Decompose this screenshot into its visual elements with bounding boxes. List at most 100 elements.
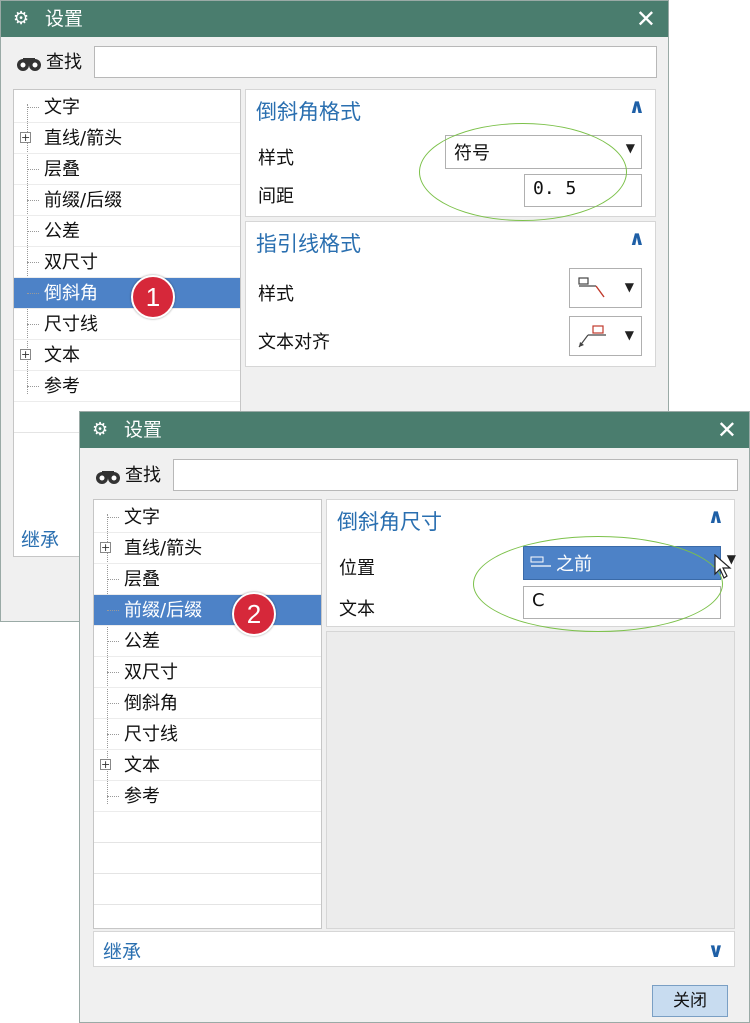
- tree-item-label: 直线/箭头: [124, 538, 203, 559]
- chevron-down-icon[interactable]: ∨: [708, 938, 724, 962]
- tree-item-label: 层叠: [44, 159, 80, 180]
- tree-item-text[interactable]: 文字: [14, 92, 240, 123]
- tree-item-label: 倒斜角: [44, 283, 98, 304]
- tree-item-label: 双尺寸: [124, 662, 178, 683]
- spacing-value: 0. 5: [533, 178, 577, 199]
- chevron-up-icon[interactable]: ∧: [629, 94, 645, 118]
- tree-item-tolerance[interactable]: 公差: [94, 626, 321, 657]
- expand-icon[interactable]: +: [100, 542, 111, 553]
- tree-item-chamfer[interactable]: 倒斜角: [94, 688, 321, 719]
- title-bar[interactable]: ⚙ 设置 ✕: [80, 412, 749, 448]
- text-align-label: 文本对齐: [258, 332, 330, 353]
- tree-item-stacking[interactable]: 层叠: [14, 154, 240, 185]
- chamfer-format-panel: 倒斜角格式 ∧ 样式 符号 ▼ 间距 0. 5: [245, 89, 656, 217]
- tree-item-label: 前缀/后缀: [44, 190, 123, 211]
- text-value: C: [532, 590, 545, 611]
- position-before-icon: [530, 556, 551, 567]
- chamfer-dimension-panel: 倒斜角尺寸 ∧ 位置 之前 ▼ 文本 C: [326, 499, 736, 627]
- tree-item-label: 文本: [124, 755, 160, 776]
- close-button[interactable]: 关闭: [652, 985, 728, 1017]
- tree-item-dimension-line[interactable]: 尺寸线: [14, 309, 240, 340]
- position-dropdown[interactable]: 之前 ▼: [523, 546, 736, 580]
- text-input[interactable]: C: [523, 586, 721, 619]
- close-icon[interactable]: ✕: [636, 5, 656, 33]
- search-label: 查找: [125, 465, 161, 486]
- style-label: 样式: [258, 148, 294, 169]
- tree-item-label: 公差: [44, 221, 80, 242]
- empty-panel-area: [326, 631, 735, 929]
- expand-icon[interactable]: +: [20, 349, 31, 360]
- tree-item-text-node[interactable]: + 文本: [94, 750, 321, 781]
- tree-item-label: 参考: [44, 376, 80, 397]
- leader-style-icon: [578, 277, 605, 298]
- text-label: 文本: [339, 599, 375, 620]
- tree-item-reference[interactable]: 参考: [94, 781, 321, 812]
- dialog-title: 设置: [124, 419, 163, 441]
- chevron-up-icon[interactable]: ∧: [708, 504, 724, 528]
- dropdown-arrow-icon: ▼: [624, 280, 634, 294]
- text-align-dropdown[interactable]: ▼: [569, 316, 642, 356]
- style-dropdown[interactable]: 符号 ▼: [445, 135, 642, 169]
- binoculars-icon: [96, 471, 120, 484]
- style-value: 符号: [454, 143, 490, 164]
- binoculars-icon: [17, 58, 41, 71]
- tree-item-dual-dimension[interactable]: 双尺寸: [94, 657, 321, 688]
- tree-item-label: 文本: [44, 345, 80, 366]
- tree-item-label: 直线/箭头: [44, 128, 123, 149]
- tree-item-chamfer[interactable]: 倒斜角: [14, 278, 240, 309]
- close-icon[interactable]: ✕: [717, 416, 737, 444]
- title-bar[interactable]: ⚙ 设置 ✕: [1, 1, 668, 37]
- tree-item-label: 层叠: [124, 569, 160, 590]
- tree-item-label: 双尺寸: [44, 252, 98, 273]
- expand-icon[interactable]: +: [100, 759, 111, 770]
- callout-badge: 1: [131, 275, 175, 319]
- tree-item-dimension-line[interactable]: 尺寸线: [94, 719, 321, 750]
- mouse-cursor-icon: [714, 554, 732, 579]
- dropdown-arrow-icon: ▼: [624, 328, 634, 342]
- search-label: 查找: [46, 52, 82, 73]
- category-tree: 文字 + 直线/箭头 层叠 前缀/后缀 公差 双尺寸 倒斜角 尺寸线 + 文本 参考: [93, 499, 322, 929]
- empty-row: [94, 812, 321, 843]
- spacing-input[interactable]: 0. 5: [524, 174, 642, 207]
- leader-style-dropdown[interactable]: ▼: [569, 268, 642, 308]
- expand-icon[interactable]: +: [20, 132, 31, 143]
- search-input[interactable]: [94, 46, 657, 78]
- panel-title: 指引线格式: [256, 232, 361, 256]
- inherit-section[interactable]: 继承: [21, 525, 59, 552]
- tree-item-reference[interactable]: 参考: [14, 371, 240, 402]
- search-input[interactable]: [173, 459, 738, 491]
- tree-item-label: 文字: [44, 97, 80, 118]
- tree-item-label: 倒斜角: [124, 693, 178, 714]
- gear-icon: ⚙: [92, 419, 109, 440]
- position-value: 之前: [556, 554, 592, 575]
- gear-icon: ⚙: [13, 8, 30, 29]
- panel-title: 倒斜角格式: [256, 100, 361, 124]
- tree-item-label: 尺寸线: [124, 724, 178, 745]
- search-row: 查找: [80, 458, 749, 494]
- tree-item-line-arrow[interactable]: + 直线/箭头: [94, 533, 321, 564]
- leader-format-panel: 指引线格式 ∧ 样式 ▼ 文本对齐 ▼: [245, 221, 656, 367]
- empty-row: [94, 874, 321, 905]
- empty-row: [94, 843, 321, 874]
- search-row: 查找: [1, 45, 668, 81]
- tree-item-label: 文字: [124, 507, 160, 528]
- tree-item-label: 公差: [124, 631, 160, 652]
- tree-item-line-arrow[interactable]: + 直线/箭头: [14, 123, 240, 154]
- tree-item-label: 尺寸线: [44, 314, 98, 335]
- tree-item-text-node[interactable]: + 文本: [14, 340, 240, 371]
- tree-item-prefix-suffix[interactable]: 前缀/后缀: [94, 595, 321, 626]
- tree-item-dual-dimension[interactable]: 双尺寸: [14, 247, 240, 278]
- panel-title: 倒斜角尺寸: [337, 510, 442, 534]
- tree-item-label: 参考: [124, 786, 160, 807]
- position-label: 位置: [339, 558, 375, 579]
- tree-item-tolerance[interactable]: 公差: [14, 216, 240, 247]
- dialog-title: 设置: [45, 8, 84, 30]
- chevron-up-icon[interactable]: ∧: [629, 226, 645, 250]
- callout-badge: 2: [232, 592, 276, 636]
- tree-item-stacking[interactable]: 层叠: [94, 564, 321, 595]
- text-align-icon: [578, 325, 606, 348]
- settings-dialog-2: ⚙ 设置 ✕ 查找 文字 + 直线/箭头 层叠 前缀/后缀 公差 双尺寸 倒斜角 …: [79, 411, 750, 1023]
- tree-item-prefix-suffix[interactable]: 前缀/后缀: [14, 185, 240, 216]
- inherit-section[interactable]: 继承 ∨: [93, 931, 735, 967]
- tree-item-text[interactable]: 文字: [94, 502, 321, 533]
